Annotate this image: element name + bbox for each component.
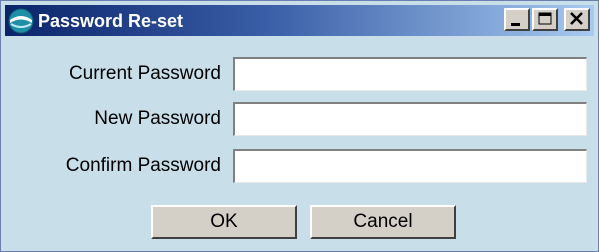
window-title: Password Re-set — [38, 11, 184, 31]
current-password-label: Current Password — [68, 63, 221, 84]
confirm-password-input[interactable] — [233, 149, 587, 183]
app-icon — [8, 8, 34, 34]
close-button[interactable] — [564, 8, 590, 31]
minimize-button[interactable] — [504, 8, 530, 31]
title-bar[interactable]: Password Re-set — [5, 5, 594, 36]
new-password-label: New Password — [94, 108, 221, 129]
maximize-icon — [538, 12, 552, 25]
confirm-password-label: Confirm Password — [65, 155, 221, 176]
maximize-button[interactable] — [532, 8, 558, 31]
close-icon — [570, 12, 583, 25]
password-reset-dialog: Password Re-set Current Password New Pas… — [0, 0, 599, 252]
ok-button[interactable]: OK — [151, 205, 297, 239]
minimize-icon — [511, 23, 520, 26]
current-password-input[interactable] — [233, 57, 587, 91]
new-password-input[interactable] — [233, 102, 587, 136]
cancel-button[interactable]: Cancel — [310, 205, 456, 239]
